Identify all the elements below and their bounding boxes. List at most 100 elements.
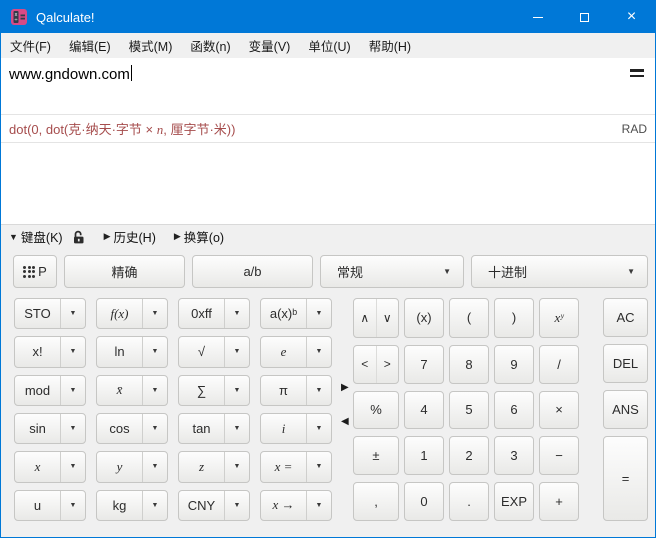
key-equals[interactable]: = bbox=[603, 436, 648, 521]
key-cos[interactable]: cos▼ bbox=[96, 413, 168, 444]
dropdown-arrow-icon[interactable]: ▼ bbox=[142, 337, 167, 366]
key-sto[interactable]: STO▼ bbox=[14, 298, 86, 329]
key-pi[interactable]: π▼ bbox=[260, 375, 332, 406]
key-y[interactable]: y▼ bbox=[96, 451, 168, 482]
menu-variables[interactable]: 变量(V) bbox=[240, 33, 300, 58]
key-percent[interactable]: % bbox=[353, 391, 399, 430]
menu-edit[interactable]: 编辑(E) bbox=[60, 33, 120, 58]
fraction-mode-button[interactable]: a/b bbox=[192, 255, 313, 288]
close-button[interactable]: × bbox=[608, 1, 655, 33]
dropdown-arrow-icon[interactable]: ▼ bbox=[306, 452, 331, 481]
key-1[interactable]: 1 bbox=[404, 436, 444, 475]
key-fx[interactable]: f(x)▼ bbox=[96, 298, 168, 329]
key-mod[interactable]: mod▼ bbox=[14, 375, 86, 406]
key-power[interactable]: xʸ bbox=[539, 298, 579, 338]
key-convert-to[interactable]: x →▼ bbox=[260, 490, 332, 521]
display-mode-dropdown[interactable]: 常规 ▼ bbox=[320, 255, 464, 288]
key-z[interactable]: z▼ bbox=[178, 451, 250, 482]
cursor-left-right-key[interactable]: < > bbox=[353, 345, 399, 384]
key-3[interactable]: 3 bbox=[494, 436, 534, 475]
key-sqrt[interactable]: √▼ bbox=[178, 336, 250, 367]
key-x[interactable]: x▼ bbox=[14, 451, 86, 482]
expression-input[interactable]: www.gndown.com bbox=[1, 58, 655, 114]
key-x-equals[interactable]: x =▼ bbox=[260, 451, 332, 482]
dropdown-arrow-icon[interactable]: ▼ bbox=[142, 299, 167, 328]
menu-units[interactable]: 单位(U) bbox=[299, 33, 359, 58]
dropdown-arrow-icon[interactable]: ▼ bbox=[60, 299, 85, 328]
key-unit-u[interactable]: u▼ bbox=[14, 490, 86, 521]
key-ln[interactable]: ln▼ bbox=[96, 336, 168, 367]
key-ac[interactable]: AC bbox=[603, 298, 648, 337]
key-add[interactable]: + bbox=[539, 482, 579, 521]
dropdown-arrow-icon[interactable]: ▼ bbox=[142, 491, 167, 520]
right-arrow-icon[interactable]: > bbox=[376, 346, 399, 383]
dropdown-arrow-icon[interactable]: ▼ bbox=[60, 452, 85, 481]
dropdown-arrow-icon[interactable]: ▼ bbox=[306, 299, 331, 328]
convert-panel-toggle[interactable]: ▶ 换算(o) bbox=[174, 227, 224, 246]
key-multiply[interactable]: × bbox=[539, 391, 579, 430]
menu-functions[interactable]: 函数(n) bbox=[181, 33, 239, 58]
key-5[interactable]: 5 bbox=[449, 391, 489, 430]
key-hex[interactable]: 0xff▼ bbox=[178, 298, 250, 329]
key-plus-minus[interactable]: ± bbox=[353, 436, 399, 475]
key-comma[interactable]: , bbox=[353, 482, 399, 521]
number-base-dropdown[interactable]: 十进制 ▼ bbox=[471, 255, 648, 288]
key-4[interactable]: 4 bbox=[404, 391, 444, 430]
left-arrow-icon[interactable]: < bbox=[354, 346, 376, 383]
key-ans[interactable]: ANS bbox=[603, 390, 648, 429]
key-tan[interactable]: tan▼ bbox=[178, 413, 250, 444]
history-panel-toggle[interactable]: ▶ 历史(H) bbox=[104, 227, 156, 246]
dropdown-arrow-icon[interactable]: ▼ bbox=[224, 299, 249, 328]
key-2[interactable]: 2 bbox=[449, 436, 489, 475]
dropdown-arrow-icon[interactable]: ▼ bbox=[60, 491, 85, 520]
keyboard-panel-toggle[interactable]: ▼ 键盘(K) bbox=[9, 227, 63, 246]
key-mean[interactable]: x̄▼ bbox=[96, 375, 168, 406]
dropdown-arrow-icon[interactable]: ▼ bbox=[60, 414, 85, 443]
menu-file[interactable]: 文件(F) bbox=[1, 33, 60, 58]
dropdown-arrow-icon[interactable]: ▼ bbox=[60, 376, 85, 405]
collapse-left-arrow-icon[interactable]: ◀ bbox=[341, 417, 349, 427]
dropdown-arrow-icon[interactable]: ▼ bbox=[224, 452, 249, 481]
cursor-up-down-key[interactable]: ∧ ∨ bbox=[353, 298, 399, 338]
key-del[interactable]: DEL bbox=[603, 344, 648, 383]
dropdown-arrow-icon[interactable]: ▼ bbox=[142, 376, 167, 405]
dropdown-arrow-icon[interactable]: ▼ bbox=[306, 414, 331, 443]
key-sin[interactable]: sin▼ bbox=[14, 413, 86, 444]
key-decimal-point[interactable]: . bbox=[449, 482, 489, 521]
dropdown-arrow-icon[interactable]: ▼ bbox=[224, 337, 249, 366]
key-i[interactable]: i▼ bbox=[260, 413, 332, 444]
key-parenthesize[interactable]: (x) bbox=[404, 298, 444, 338]
key-7[interactable]: 7 bbox=[404, 345, 444, 384]
key-subtract[interactable]: − bbox=[539, 436, 579, 475]
up-arrow-icon[interactable]: ∧ bbox=[354, 299, 376, 337]
dropdown-arrow-icon[interactable]: ▼ bbox=[306, 491, 331, 520]
equals-menu-icon[interactable] bbox=[630, 69, 644, 77]
dropdown-arrow-icon[interactable]: ▼ bbox=[60, 337, 85, 366]
dropdown-arrow-icon[interactable]: ▼ bbox=[142, 414, 167, 443]
minimize-button[interactable] bbox=[514, 1, 561, 33]
dropdown-arrow-icon[interactable]: ▼ bbox=[224, 376, 249, 405]
dropdown-arrow-icon[interactable]: ▼ bbox=[224, 414, 249, 443]
key-factorial[interactable]: x!▼ bbox=[14, 336, 86, 367]
key-close-paren[interactable]: ) bbox=[494, 298, 534, 338]
lock-keypad-icon[interactable] bbox=[73, 230, 86, 244]
maximize-button[interactable] bbox=[561, 1, 608, 33]
key-divide[interactable]: / bbox=[539, 345, 579, 384]
exact-mode-button[interactable]: 精确 bbox=[64, 255, 185, 288]
key-e[interactable]: e▼ bbox=[260, 336, 332, 367]
dropdown-arrow-icon[interactable]: ▼ bbox=[306, 337, 331, 366]
expand-right-arrow-icon[interactable]: ▶ bbox=[341, 383, 349, 393]
menu-mode[interactable]: 模式(M) bbox=[120, 33, 182, 58]
key-currency-cny[interactable]: CNY▼ bbox=[178, 490, 250, 521]
menu-help[interactable]: 帮助(H) bbox=[360, 33, 420, 58]
dropdown-arrow-icon[interactable]: ▼ bbox=[224, 491, 249, 520]
key-9[interactable]: 9 bbox=[494, 345, 534, 384]
key-unit-kg[interactable]: kg▼ bbox=[96, 490, 168, 521]
key-6[interactable]: 6 bbox=[494, 391, 534, 430]
dropdown-arrow-icon[interactable]: ▼ bbox=[142, 452, 167, 481]
key-sum[interactable]: ∑▼ bbox=[178, 375, 250, 406]
history-area[interactable] bbox=[1, 143, 655, 224]
key-8[interactable]: 8 bbox=[449, 345, 489, 384]
key-open-paren[interactable]: ( bbox=[449, 298, 489, 338]
key-power-base[interactable]: a(x)ᵇ▼ bbox=[260, 298, 332, 329]
